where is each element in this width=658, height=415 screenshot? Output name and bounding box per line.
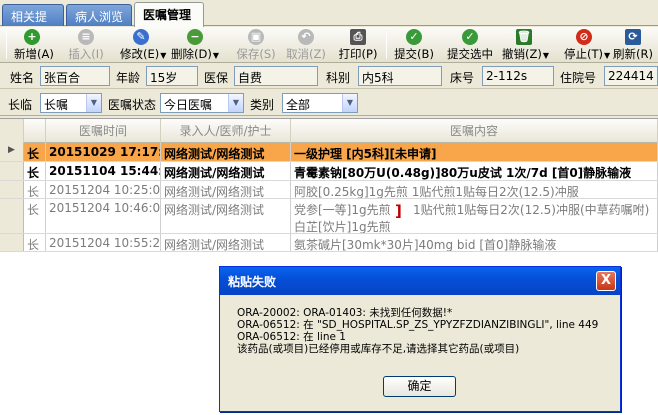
header-kind	[24, 119, 46, 143]
current-row-arrow-icon: ▶	[8, 145, 15, 155]
row-time: 20151029 17:17:22	[46, 143, 161, 161]
cancel-button[interactable]: ↶ 取消(Z)	[286, 29, 326, 61]
row-content: 青霉素钠[80万U(0.48g)]80万u皮试 1次/7d [首0]静脉输液	[291, 162, 658, 180]
order-status-label: 医嘱状态	[108, 98, 157, 112]
row-kind: 长	[24, 181, 46, 198]
tab-order-management[interactable]: 医嘱管理	[134, 2, 204, 27]
order-type-label: 长临	[8, 98, 33, 112]
close-icon[interactable]: X	[596, 271, 616, 291]
row-content-instructions: 1贴代煎1贴每日2次(12.5)冲服(中草药嘱咐)	[413, 203, 650, 217]
submit-button[interactable]: ✓ 提交(B)	[394, 29, 434, 61]
stop-icon: ⊘	[576, 29, 592, 45]
tab-bar: 相关提醒 病人浏览 医嘱管理	[0, 0, 658, 41]
row-indicator	[0, 234, 24, 251]
minus-icon: −	[187, 29, 203, 45]
edit-icon: ✎	[133, 29, 149, 45]
row-person: 网络测试/网络测试	[161, 199, 291, 233]
bed-label: 床号	[450, 71, 475, 85]
order-status-select[interactable]: 今日医嘱 ▼	[160, 93, 244, 113]
chevron-down-icon: ▼	[342, 94, 357, 112]
row-indicator	[0, 162, 24, 180]
table-row[interactable]: 长 20151104 15:44:08 网络测试/网络测试 青霉素钠[80万U(…	[0, 162, 658, 181]
floppy-icon: ▣	[248, 29, 264, 45]
table-row[interactable]: 长 20151204 10:55:27 网络测试/网络测试 氨茶碱片[30mk*…	[0, 234, 658, 252]
revoke-button[interactable]: 🗑 撤销(Z)▼	[502, 29, 549, 61]
dept-field: 内5科	[358, 66, 442, 86]
tab-reminders[interactable]: 相关提醒	[2, 4, 64, 41]
name-label: 姓名	[10, 71, 35, 85]
check-icon: ✓	[406, 29, 422, 45]
name-field: 张百合	[40, 66, 110, 86]
plus-icon: +	[24, 29, 40, 45]
admission-label: 住院号	[560, 71, 597, 85]
row-time: 20151104 15:44:08	[46, 162, 161, 180]
bed-field: 2-112s	[482, 66, 554, 86]
header-time[interactable]: 医嘱时间	[46, 119, 161, 143]
submit-selected-button[interactable]: ✓ 提交选中	[444, 29, 496, 61]
trash-icon: 🗑	[516, 29, 532, 45]
printer-icon: ⎙	[350, 29, 366, 45]
paste-failed-dialog: 粘贴失败 X ORA-20002: ORA-01403: 未找到任何数据!* O…	[219, 266, 621, 412]
delete-button[interactable]: − 删除(D)▼	[171, 29, 219, 61]
dialog-title: 粘贴失败	[220, 267, 620, 295]
add-button[interactable]: + 新增(A)	[14, 29, 54, 61]
insert-button[interactable]: ≡ 插入(I)	[68, 29, 104, 61]
row-content: 党参[一等]1g先煎 白芷[饮片]1g先煎 ] 1贴代煎1贴每日2次(12.5)…	[291, 199, 658, 233]
admission-field: 224414	[604, 66, 658, 86]
row-kind: 长	[24, 162, 46, 180]
row-kind: 长	[24, 199, 46, 233]
row-time: 20151204 10:25:00	[46, 181, 161, 198]
dialog-message: ORA-20002: ORA-01403: 未找到任何数据!* ORA-0651…	[237, 307, 599, 355]
check-icon: ✓	[462, 29, 478, 45]
table-row[interactable]: 长 20151204 10:25:00 网络测试/网络测试 阿胶[0.25kg]…	[0, 181, 658, 199]
filter-bar: 长临 长嘱 ▼ 医嘱状态 今日医嘱 ▼ 类别 全部 ▼	[0, 90, 658, 116]
header-person[interactable]: 录入人/医师/护士	[161, 119, 291, 143]
header-content[interactable]: 医嘱内容	[291, 119, 658, 143]
age-field: 15岁	[146, 66, 198, 86]
modify-button[interactable]: ✎ 修改(E)▼	[120, 29, 166, 61]
stop-button[interactable]: ⊘ 停止(T)▼	[564, 29, 610, 61]
row-content: 阿胶[0.25kg]1g先煎 1贴代煎1贴每日2次(12.5)冲服	[291, 181, 658, 198]
undo-icon: ↶	[298, 29, 314, 45]
dept-label: 科别	[326, 71, 351, 85]
age-label: 年龄	[116, 71, 141, 85]
insert-icon: ≡	[78, 29, 94, 45]
row-person: 网络测试/网络测试	[161, 181, 291, 198]
row-content: 氨茶碱片[30mk*30片]40mg bid [首0]静脉输液	[291, 234, 658, 251]
insurance-field: 自费	[234, 66, 318, 86]
insurance-label: 医保	[204, 71, 229, 85]
group-bracket-icon: ]	[395, 202, 402, 220]
row-indicator	[0, 199, 24, 233]
order-type-select[interactable]: 长嘱 ▼	[40, 93, 102, 113]
toolbar-grip	[6, 31, 7, 59]
patient-info-bar: 姓名 张百合 年龄 15岁 医保 自费 科别 内5科 床号 2-112s 住院号…	[0, 63, 658, 89]
row-content: 一级护理 [内5科][未申请]	[291, 143, 658, 161]
toolbar-separator	[386, 31, 387, 59]
row-indicator: ▶	[0, 143, 24, 161]
refresh-button[interactable]: ⟳ 刷新(R)	[612, 29, 654, 61]
row-person: 网络测试/网络测试	[161, 162, 291, 180]
row-indicator	[0, 181, 24, 198]
print-button[interactable]: ⎙ 打印(P)	[338, 29, 378, 61]
category-label: 类别	[250, 98, 275, 112]
category-select[interactable]: 全部 ▼	[282, 93, 358, 113]
table-row[interactable]: ▶ 长 20151029 17:17:22 网络测试/网络测试 一级护理 [内5…	[0, 143, 658, 162]
row-kind: 长	[24, 143, 46, 161]
row-person: 网络测试/网络测试	[161, 143, 291, 161]
row-kind: 长	[24, 234, 46, 251]
chevron-down-icon: ▼	[228, 94, 243, 112]
row-time: 20151204 10:46:00	[46, 199, 161, 233]
toolbar: + 新增(A) ≡ 插入(I) ✎ 修改(E)▼ − 删除(D)▼ ▣ 保存(S…	[0, 27, 658, 63]
tab-patient-browse[interactable]: 病人浏览	[66, 4, 132, 26]
refresh-icon: ⟳	[625, 29, 641, 45]
grid-header: 医嘱时间 录入人/医师/护士 医嘱内容	[0, 119, 658, 143]
ok-button[interactable]: 确定	[383, 376, 456, 397]
row-person: 网络测试/网络测试	[161, 234, 291, 251]
row-content-line2: 白芷[饮片]1g先煎	[294, 220, 391, 233]
row-time: 20151204 10:55:27	[46, 234, 161, 251]
table-row[interactable]: 长 20151204 10:46:00 网络测试/网络测试 党参[一等]1g先煎…	[0, 199, 658, 234]
header-corner	[0, 119, 24, 143]
chevron-down-icon: ▼	[86, 94, 101, 112]
save-button[interactable]: ▣ 保存(S)	[236, 29, 276, 61]
